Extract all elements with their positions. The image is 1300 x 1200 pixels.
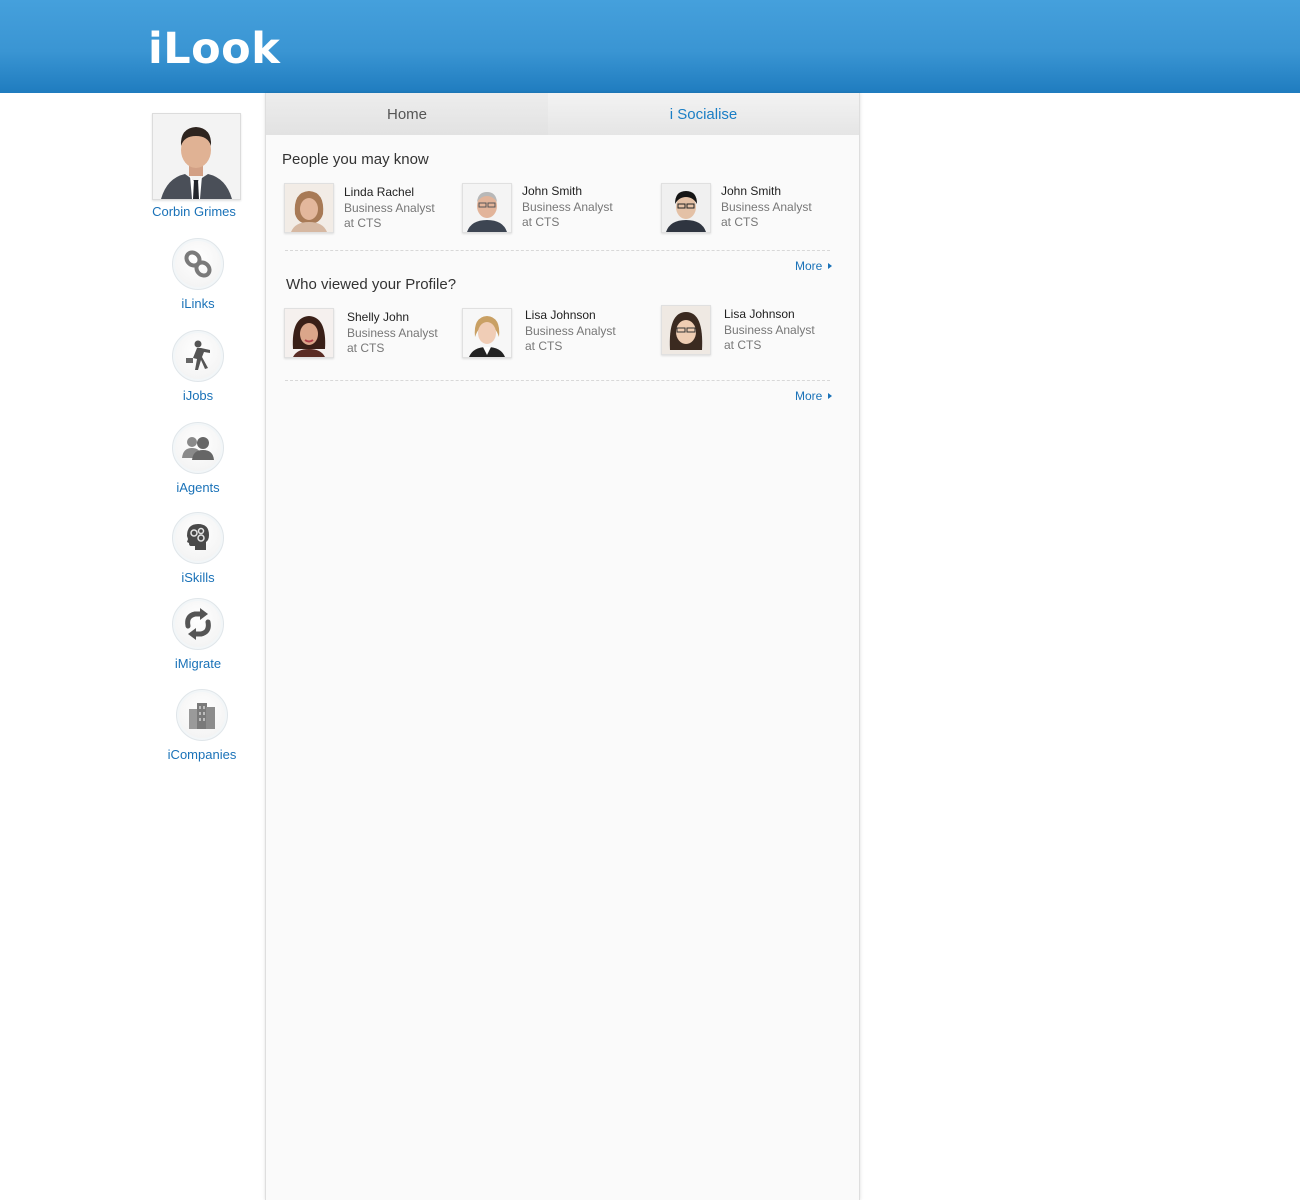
woman-avatar-icon — [662, 306, 710, 354]
nav-icon-circle — [172, 238, 224, 290]
buildings-icon — [189, 703, 215, 729]
chevron-right-icon — [828, 263, 833, 269]
more-link[interactable]: More — [795, 389, 833, 403]
user-name[interactable]: Corbin Grimes — [140, 204, 248, 219]
brain-gears-icon — [187, 524, 209, 550]
person-name[interactable]: Lisa Johnson — [724, 307, 795, 321]
nav-icon-circle — [176, 689, 228, 741]
person-role: Business Analyst — [724, 323, 815, 337]
nav-icon-circle — [172, 512, 224, 564]
section-title-who-viewed-your-profile: Who viewed your Profile? — [286, 276, 457, 293]
person-card[interactable]: John Smith Business Analyst at CTS — [462, 183, 642, 237]
person-role: Business Analyst — [344, 201, 435, 215]
main-panel: Home i Socialise People you may know Lin… — [265, 93, 860, 1200]
nav-icon-circle — [172, 422, 224, 474]
sidebar-item-ilinks[interactable]: iLinks — [148, 238, 248, 311]
person-photo — [661, 305, 711, 355]
sidebar-item-label: iLinks — [181, 296, 215, 311]
sidebar-item-label: iMigrate — [174, 656, 222, 671]
man-avatar-icon — [463, 184, 511, 232]
walking-businessman-icon — [186, 340, 210, 370]
header-bar: iLook — [0, 0, 1300, 93]
person-company: at CTS — [344, 216, 382, 230]
sidebar-item-label: iAgents — [176, 480, 220, 495]
refresh-arrows-icon — [185, 608, 211, 640]
sidebar-item-label: iJobs — [182, 388, 214, 403]
person-role: Business Analyst — [347, 326, 438, 340]
person-company: at CTS — [347, 341, 385, 355]
more-link-label: More — [795, 389, 823, 403]
section-divider — [285, 380, 830, 381]
person-name[interactable]: Shelly John — [347, 310, 409, 324]
more-link[interactable]: More — [795, 259, 833, 273]
app-logo[interactable]: iLook — [148, 24, 280, 74]
person-card[interactable]: Lisa Johnson Business Analyst at CTS — [462, 308, 642, 362]
man-avatar-icon — [662, 184, 710, 232]
sidebar-item-iagents[interactable]: iAgents — [148, 422, 248, 495]
sidebar-item-imigrate[interactable]: iMigrate — [148, 598, 248, 671]
tab-i-socialise[interactable]: i Socialise — [548, 93, 859, 135]
person-card[interactable]: Shelly John Business Analyst at CTS — [284, 308, 464, 362]
sidebar-item-label: iSkills — [181, 570, 215, 585]
person-name[interactable]: John Smith — [522, 184, 582, 198]
person-photo — [284, 308, 334, 358]
woman-avatar-icon — [285, 184, 333, 232]
person-role: Business Analyst — [525, 324, 616, 338]
nav-icon-circle — [172, 598, 224, 650]
person-company: at CTS — [721, 215, 759, 229]
sidebar-item-ijobs[interactable]: iJobs — [148, 330, 248, 403]
people-icon — [182, 437, 214, 460]
chain-links-icon — [184, 250, 212, 278]
nav-icon-circle — [172, 330, 224, 382]
person-company: at CTS — [525, 339, 563, 353]
person-role: Business Analyst — [721, 200, 812, 214]
person-photo — [462, 308, 512, 358]
section-title-people-you-may-know: People you may know — [282, 151, 429, 168]
woman-avatar-icon — [285, 309, 333, 357]
person-name[interactable]: Linda Rachel — [344, 185, 414, 199]
sidebar-item-icompanies[interactable]: iCompanies — [152, 689, 252, 762]
user-photo-icon — [153, 114, 240, 199]
chevron-right-icon — [828, 393, 833, 399]
person-photo — [661, 183, 711, 233]
person-photo — [284, 183, 334, 233]
tab-home[interactable]: Home — [266, 93, 548, 135]
person-name[interactable]: Lisa Johnson — [525, 308, 596, 322]
person-card[interactable]: Lisa Johnson Business Analyst at CTS — [661, 305, 841, 359]
section-divider — [285, 250, 830, 251]
person-company: at CTS — [724, 338, 762, 352]
sidebar-item-label: iCompanies — [167, 747, 237, 762]
person-card[interactable]: John Smith Business Analyst at CTS — [661, 183, 841, 237]
person-name[interactable]: John Smith — [721, 184, 781, 198]
person-role: Business Analyst — [522, 200, 613, 214]
person-company: at CTS — [522, 215, 560, 229]
tab-bar: Home i Socialise — [266, 93, 859, 135]
person-photo — [462, 183, 512, 233]
profile-avatar[interactable] — [152, 113, 241, 200]
woman-avatar-icon — [463, 309, 511, 357]
more-link-label: More — [795, 259, 823, 273]
sidebar-item-iskills[interactable]: iSkills — [148, 512, 248, 585]
person-card[interactable]: Linda Rachel Business Analyst at CTS — [284, 183, 464, 237]
